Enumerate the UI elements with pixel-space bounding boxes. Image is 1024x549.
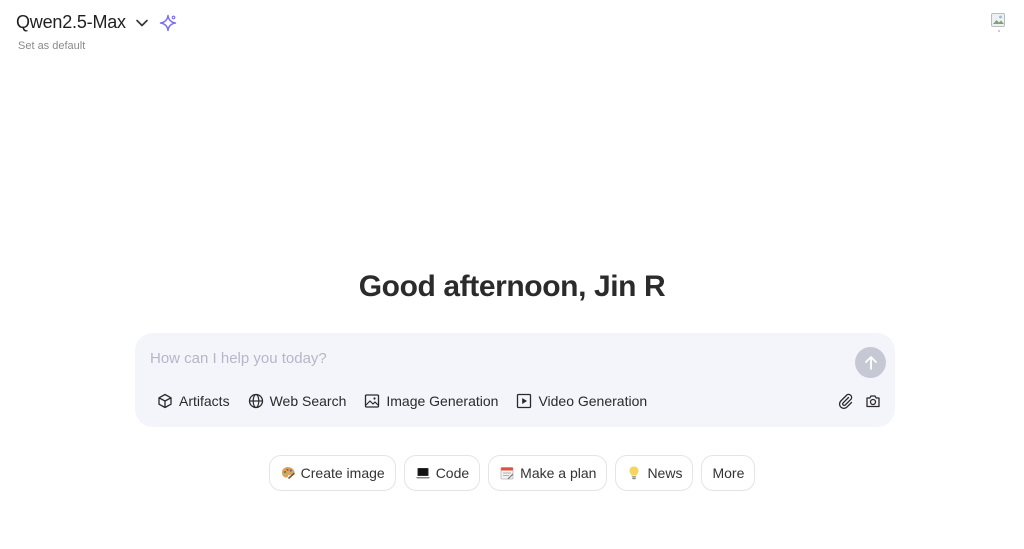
composer-tools: Artifacts Web Search Image Generation Vi…: [157, 393, 647, 409]
paperclip-icon[interactable]: [838, 393, 854, 409]
suggestion-chips: Create image Code Make a plan News More: [0, 455, 1024, 491]
artifacts-button[interactable]: Artifacts: [157, 393, 230, 409]
web-search-label: Web Search: [269, 393, 347, 409]
lightbulb-icon: [626, 465, 642, 481]
chip-more[interactable]: More: [701, 455, 756, 491]
chip-label: Create image: [300, 465, 385, 481]
image-generation-label: Image Generation: [386, 393, 499, 409]
image-generation-button[interactable]: Image Generation: [364, 393, 498, 409]
chip-label: More: [712, 465, 745, 481]
chip-make-a-plan[interactable]: Make a plan: [488, 455, 608, 491]
arrow-up-icon: [864, 355, 877, 370]
laptop-icon: [415, 465, 431, 481]
chevron-down-icon[interactable]: [134, 15, 150, 31]
sparkle-icon[interactable]: [158, 13, 178, 33]
model-selector[interactable]: Qwen2.5-Max: [16, 12, 178, 33]
web-search-button[interactable]: Web Search: [248, 393, 347, 409]
chip-label: News: [647, 465, 683, 481]
video-generation-button[interactable]: Video Generation: [516, 393, 647, 409]
send-button[interactable]: [855, 347, 886, 378]
image-icon: [365, 394, 380, 408]
camera-icon[interactable]: [865, 393, 881, 409]
chip-create-image[interactable]: Create image: [268, 455, 396, 491]
greeting-title: Good afternoon, Jin R: [358, 270, 666, 303]
prompt-composer: Artifacts Web Search Image Generation Vi…: [135, 333, 895, 427]
cube-icon: [158, 393, 172, 409]
chip-label: Make a plan: [520, 465, 597, 481]
chip-news[interactable]: News: [615, 455, 694, 491]
model-name[interactable]: Qwen2.5-Max: [16, 12, 126, 33]
chip-label: Code: [435, 465, 470, 481]
calendar-icon: [499, 465, 515, 481]
video-generation-label: Video Generation: [538, 393, 648, 409]
set-as-default-link[interactable]: Set as default: [18, 40, 85, 52]
artifacts-label: Artifacts: [179, 393, 230, 409]
palette-icon: [280, 465, 296, 481]
globe-icon: [248, 393, 263, 409]
avatar[interactable]: [990, 12, 1008, 34]
play-square-icon: [517, 393, 532, 409]
prompt-input[interactable]: [150, 347, 840, 369]
chip-code[interactable]: Code: [403, 455, 481, 491]
composer-attachments: [838, 393, 881, 409]
